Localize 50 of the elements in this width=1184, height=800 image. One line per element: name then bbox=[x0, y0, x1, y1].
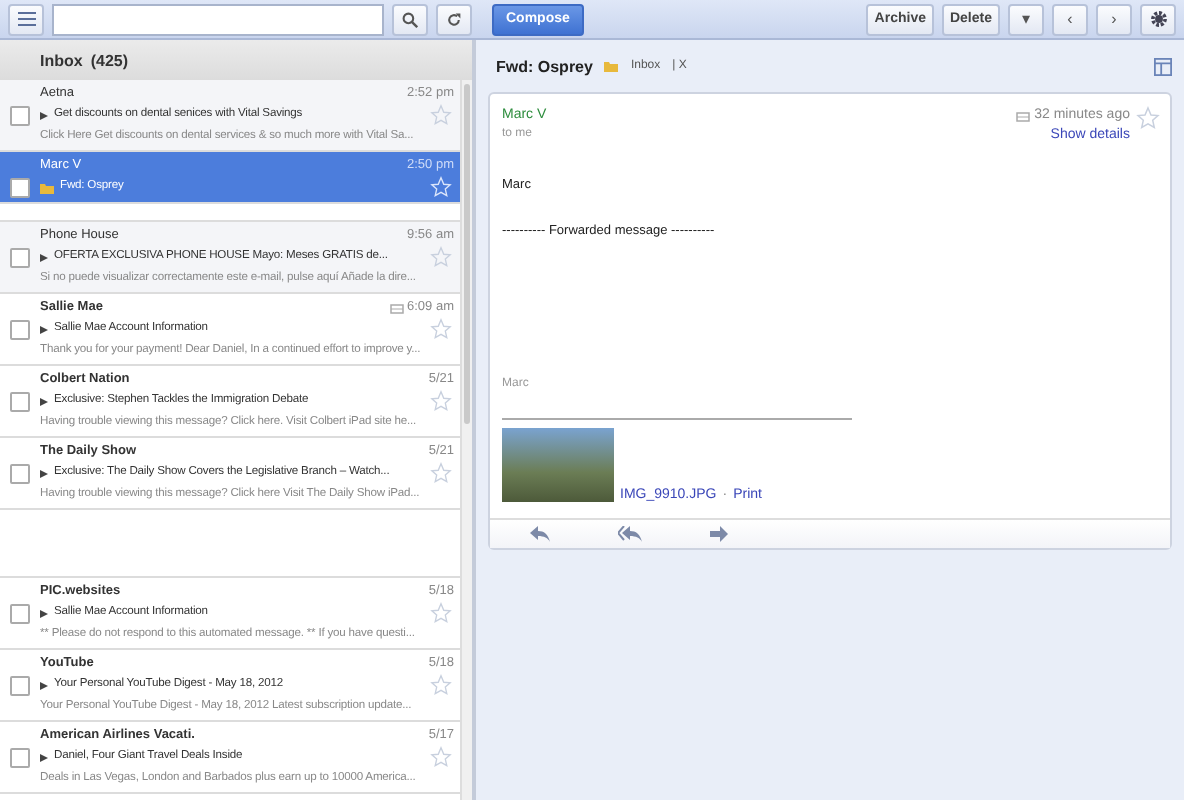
layout-icon[interactable] bbox=[1154, 57, 1172, 75]
photo-placeholder[interactable] bbox=[502, 428, 614, 502]
checkbox[interactable] bbox=[10, 747, 30, 767]
checkbox[interactable] bbox=[10, 177, 30, 197]
reply-all-icon[interactable] bbox=[618, 526, 642, 542]
arrow-icon bbox=[40, 609, 48, 617]
attachment-icon bbox=[1016, 111, 1031, 121]
inbox-title: Inbox bbox=[40, 51, 83, 69]
checkbox[interactable] bbox=[10, 675, 30, 695]
arrow-icon bbox=[40, 253, 48, 261]
next-button[interactable]: › bbox=[1096, 3, 1132, 35]
refresh-button[interactable] bbox=[436, 3, 472, 35]
arrow-icon bbox=[40, 681, 48, 689]
checkbox[interactable] bbox=[10, 603, 30, 623]
star-icon[interactable] bbox=[430, 104, 452, 126]
menu-icon bbox=[17, 12, 35, 26]
arrow-icon bbox=[40, 325, 48, 333]
folder-icon bbox=[604, 60, 619, 72]
star-icon[interactable] bbox=[430, 462, 452, 484]
search-icon bbox=[402, 11, 418, 27]
more-button[interactable]: ▾ bbox=[1008, 3, 1044, 35]
scrollbar[interactable] bbox=[460, 80, 472, 800]
star-icon[interactable] bbox=[1136, 106, 1160, 130]
settings-icon bbox=[1149, 10, 1167, 28]
arrow-icon bbox=[40, 111, 48, 119]
search-field[interactable] bbox=[52, 3, 384, 35]
reply-icon[interactable] bbox=[530, 526, 550, 542]
settings-button[interactable] bbox=[1140, 3, 1176, 35]
menu-button[interactable] bbox=[8, 3, 44, 35]
arrow-icon bbox=[40, 753, 48, 761]
checkbox[interactable] bbox=[10, 247, 30, 267]
arrow-icon bbox=[40, 469, 48, 477]
star-icon[interactable] bbox=[430, 318, 452, 340]
star-icon[interactable] bbox=[430, 746, 452, 768]
forward-icon[interactable] bbox=[710, 526, 728, 542]
conversation-title: Fwd: Osprey bbox=[496, 57, 593, 75]
checkbox[interactable] bbox=[10, 463, 30, 483]
arrow-icon bbox=[40, 397, 48, 405]
star-icon[interactable] bbox=[430, 176, 452, 198]
refresh-icon bbox=[446, 11, 462, 27]
checkbox[interactable] bbox=[10, 105, 30, 125]
star-icon[interactable] bbox=[430, 246, 452, 268]
previous-button[interactable]: ‹ bbox=[1052, 3, 1088, 35]
inbox-count: (425) bbox=[90, 51, 129, 69]
checkbox[interactable] bbox=[10, 319, 30, 339]
search-button[interactable] bbox=[392, 3, 428, 35]
checkbox[interactable] bbox=[10, 391, 30, 411]
star-icon[interactable] bbox=[430, 674, 452, 696]
star-icon[interactable] bbox=[430, 390, 452, 412]
star-icon[interactable] bbox=[430, 602, 452, 624]
